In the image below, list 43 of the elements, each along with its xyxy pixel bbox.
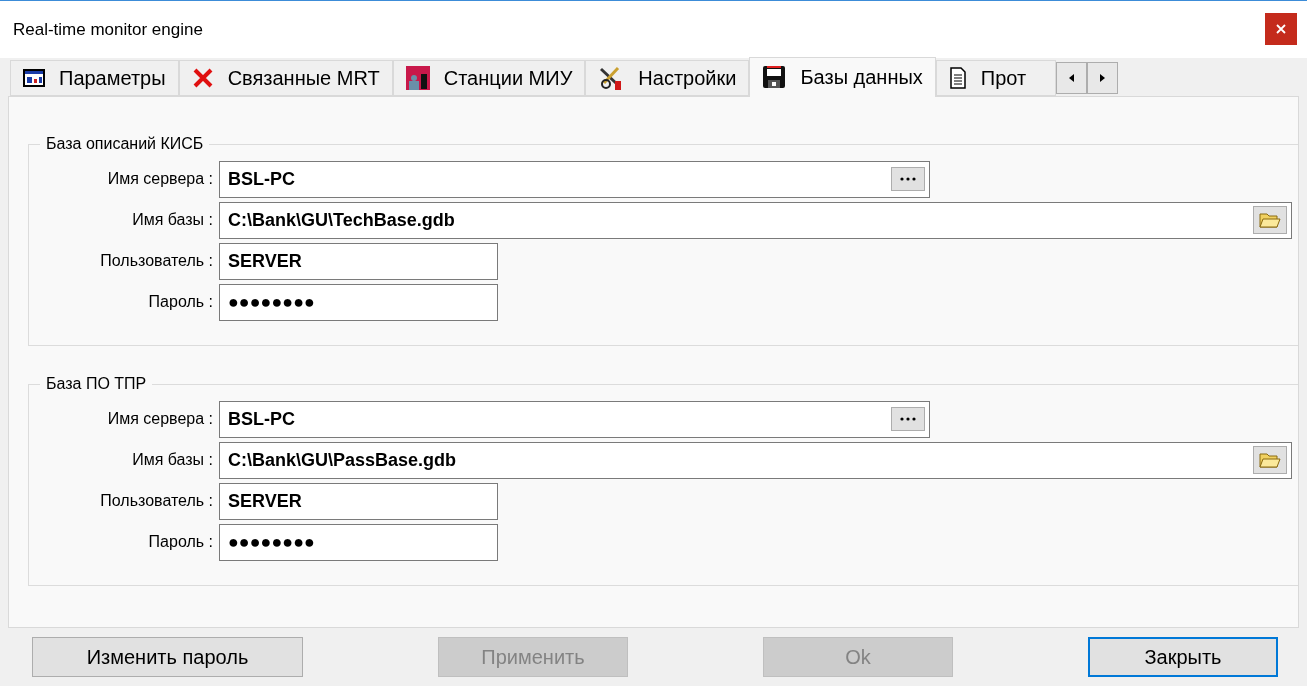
field-label: Имя базы : [131,210,214,231]
people-icon [405,65,430,90]
dialog-button[interactable]: Изменить пароль [32,637,303,678]
field-label: Пользователь : [99,491,214,512]
input-field[interactable]: BSL-PC [219,160,930,198]
window-title: Real-time monitor engine [13,18,203,41]
tab[interactable]: Прот [935,59,1056,96]
window-icon [23,68,45,87]
input-field[interactable]: C:\Bank\GU\PassBase.gdb [219,441,1292,479]
tab[interactable]: Параметры [10,59,179,96]
dots-icon [900,177,916,182]
field-label: Имя базы : [131,450,214,471]
field-label: Пароль : [147,292,214,313]
right-arrow-icon [1099,73,1105,82]
dots-icon [900,417,916,422]
scroll-left-button[interactable] [1055,61,1087,94]
input-field[interactable]: SERVER [219,482,498,520]
scroll-right-button[interactable] [1086,61,1118,94]
folder-icon [1259,211,1281,230]
close-icon [1276,24,1286,35]
ellipsis-button[interactable] [891,407,925,432]
field-label: Пароль : [147,532,214,553]
ellipsis-button[interactable] [891,167,925,192]
password-field[interactable]: ●●●●●●●● [219,523,498,561]
password-field[interactable]: ●●●●●●●● [219,283,498,321]
document-icon [948,66,967,89]
input-field[interactable]: SERVER [219,242,498,280]
tab[interactable]: Связанные MRT [178,59,393,96]
input-field[interactable]: BSL-PC [219,400,930,438]
close-button[interactable] [1265,13,1297,46]
field-label: Имя сервера : [106,409,214,430]
browse-button[interactable] [1253,206,1287,235]
field-label: Пользователь : [99,251,214,272]
tab[interactable]: Базы данных [749,56,936,97]
browse-button[interactable] [1253,446,1287,475]
cross-icon [191,66,214,89]
folder-icon [1259,451,1281,470]
tab[interactable]: Станции МИУ [392,59,586,96]
left-arrow-icon [1068,73,1074,82]
input-field[interactable]: C:\Bank\GU\TechBase.gdb [219,201,1292,239]
field-label: Имя сервера : [106,169,214,190]
tab[interactable]: Настройки [585,59,750,96]
dialog-button[interactable]: Закрыть [1088,637,1278,678]
